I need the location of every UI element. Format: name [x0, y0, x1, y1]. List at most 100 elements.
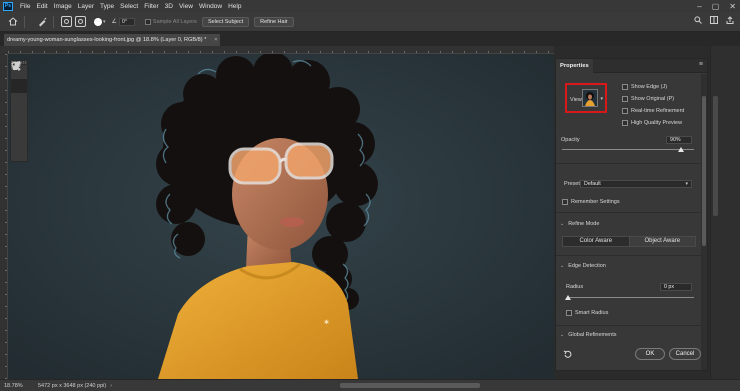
- smart-radius-checkbox[interactable]: Smart Radius: [566, 307, 608, 319]
- close-window-icon[interactable]: ✕: [729, 2, 736, 11]
- vertical-ruler[interactable]: [0, 54, 8, 379]
- menu-layer[interactable]: Layer: [75, 3, 97, 10]
- menu-help[interactable]: Help: [225, 3, 244, 10]
- photoshop-logo: Ps: [3, 1, 13, 11]
- checkbox-box[interactable]: [622, 108, 628, 114]
- object-aware-button[interactable]: Object Aware: [629, 237, 695, 246]
- refine-edge-brush-icon[interactable]: [11, 61, 27, 93]
- menu-image[interactable]: Image: [51, 3, 75, 10]
- opacity-label: Opacity: [561, 137, 580, 143]
- menu-file[interactable]: File: [17, 3, 33, 10]
- refine-edge-brush-tool-icon[interactable]: [35, 15, 49, 29]
- checkbox-box[interactable]: [144, 18, 151, 25]
- zoom-tool-icon[interactable]: [11, 61, 27, 163]
- show-edge-checkbox[interactable]: Show Edge (J): [622, 81, 684, 93]
- close-tab-icon[interactable]: ×: [214, 34, 217, 46]
- preset-select[interactable]: Default ▾: [580, 180, 692, 188]
- search-icon[interactable]: [694, 16, 702, 26]
- menu-view[interactable]: View: [176, 3, 196, 10]
- menu-filter[interactable]: Filter: [141, 3, 161, 10]
- edge-detection-label: Edge Detection: [568, 263, 606, 269]
- real-time-refinement-label: Real-time Refinement: [631, 108, 685, 114]
- lasso-tool-icon[interactable]: [11, 61, 27, 135]
- chevron-down-icon[interactable]: ⌄: [560, 263, 564, 269]
- smart-radius-label: Smart Radius: [575, 310, 609, 316]
- refine-hair-button[interactable]: Refine Hair: [254, 16, 294, 27]
- checkbox-box[interactable]: [622, 120, 628, 126]
- menu-select[interactable]: Select: [117, 3, 141, 10]
- preset-label: Preset: [564, 181, 580, 187]
- panel-menu-icon[interactable]: ≡: [699, 61, 703, 68]
- horizontal-scrollbar-thumb[interactable]: [340, 383, 480, 388]
- minimize-icon[interactable]: –: [697, 2, 701, 11]
- view-mode-highlight[interactable]: View ▾: [565, 83, 607, 113]
- real-time-refinement-checkbox[interactable]: Real-time Refinement: [622, 105, 684, 117]
- refine-mode-section-header[interactable]: ⌄ Refine Mode: [560, 221, 599, 227]
- horizontal-ruler[interactable]: [8, 46, 554, 54]
- options-right-icons: [694, 16, 734, 26]
- global-refinements-section-header[interactable]: ⌄ Global Refinements: [560, 332, 617, 338]
- zoom-level[interactable]: 18.78%: [4, 383, 32, 389]
- status-menu-arrow-icon[interactable]: ›: [110, 383, 112, 389]
- color-aware-button[interactable]: Color Aware: [563, 237, 630, 246]
- document-info: 5472 px x 3648 px (240 ppi): [38, 382, 107, 389]
- cancel-button[interactable]: Cancel: [669, 348, 701, 360]
- share-icon[interactable]: [726, 16, 734, 26]
- tools-panel: [10, 60, 28, 162]
- status-bar: 18.78% 5472 px x 3648 px (240 ppi) ›: [0, 379, 740, 391]
- brush-caret-icon[interactable]: ▾: [103, 19, 106, 25]
- sample-all-layers-checkbox[interactable]: Sample All Layers: [144, 18, 197, 25]
- preset-value: Default: [584, 181, 601, 187]
- brush-size-icon[interactable]: [94, 17, 102, 26]
- ok-button[interactable]: OK: [635, 348, 665, 360]
- menu-3d[interactable]: 3D: [162, 3, 176, 10]
- view-mode-thumbnail[interactable]: [582, 89, 598, 107]
- dock-scrollbar[interactable]: [713, 96, 718, 216]
- ruler-corner: [0, 46, 8, 54]
- chevron-down-icon[interactable]: ⌄: [560, 221, 564, 227]
- subtract-from-selection-icon[interactable]: [75, 16, 86, 27]
- menu-edit[interactable]: Edit: [33, 3, 50, 10]
- show-original-checkbox[interactable]: Show Original (P): [622, 93, 684, 105]
- hand-tool-icon[interactable]: [11, 62, 27, 149]
- document-canvas[interactable]: ✱: [8, 54, 554, 379]
- maximize-icon[interactable]: ▢: [712, 2, 720, 11]
- remember-settings-label: Remember Settings: [571, 199, 620, 205]
- angle-input[interactable]: 0°: [118, 17, 135, 26]
- high-quality-preview-checkbox[interactable]: High Quality Preview: [622, 117, 684, 129]
- view-dropdown-caret-icon[interactable]: ▾: [600, 96, 603, 102]
- document-tab-bar: dreamy-young-woman-sunglasses-looking-fr…: [0, 32, 740, 46]
- checkbox-box[interactable]: [566, 310, 572, 316]
- tab-properties[interactable]: Properties: [556, 59, 593, 73]
- radius-input[interactable]: 0 px: [660, 283, 692, 291]
- menu-window[interactable]: Window: [196, 3, 225, 10]
- checkbox-box[interactable]: [622, 84, 628, 90]
- opacity-input[interactable]: 90%: [666, 136, 692, 144]
- add-to-selection-icon[interactable]: [61, 16, 72, 27]
- home-icon[interactable]: [6, 15, 20, 29]
- radius-slider-thumb[interactable]: [565, 295, 571, 300]
- remember-settings-checkbox[interactable]: Remember Settings: [562, 196, 620, 208]
- divider: [556, 325, 701, 326]
- panel-scrollbar[interactable]: [701, 74, 707, 370]
- right-dock: [710, 46, 740, 379]
- panel-scrollbar-thumb[interactable]: [702, 96, 706, 246]
- object-selection-tool-icon[interactable]: [11, 61, 27, 121]
- document-tab[interactable]: dreamy-young-woman-sunglasses-looking-fr…: [4, 34, 221, 46]
- edge-detection-section-header[interactable]: ⌄ Edge Detection: [560, 263, 606, 269]
- select-subject-button[interactable]: Select Subject: [201, 16, 250, 27]
- chevron-down-icon[interactable]: ⌄: [560, 332, 564, 338]
- radius-slider-track[interactable]: [568, 297, 694, 298]
- opacity-slider-track[interactable]: [562, 149, 694, 150]
- brush-tool-icon[interactable]: [11, 62, 27, 107]
- reset-icon[interactable]: [563, 350, 572, 361]
- menu-type[interactable]: Type: [97, 3, 117, 10]
- workspace-icon[interactable]: [710, 16, 718, 26]
- preset-caret-icon[interactable]: ▾: [685, 181, 688, 187]
- opacity-slider-thumb[interactable]: [677, 147, 684, 152]
- checkbox-box[interactable]: [562, 199, 568, 205]
- jacket-print: ✱: [324, 319, 329, 326]
- checkbox-box[interactable]: [622, 96, 628, 102]
- show-edge-label: Show Edge (J): [631, 84, 668, 90]
- photo-woman-in-sunglasses: ✱: [8, 54, 554, 379]
